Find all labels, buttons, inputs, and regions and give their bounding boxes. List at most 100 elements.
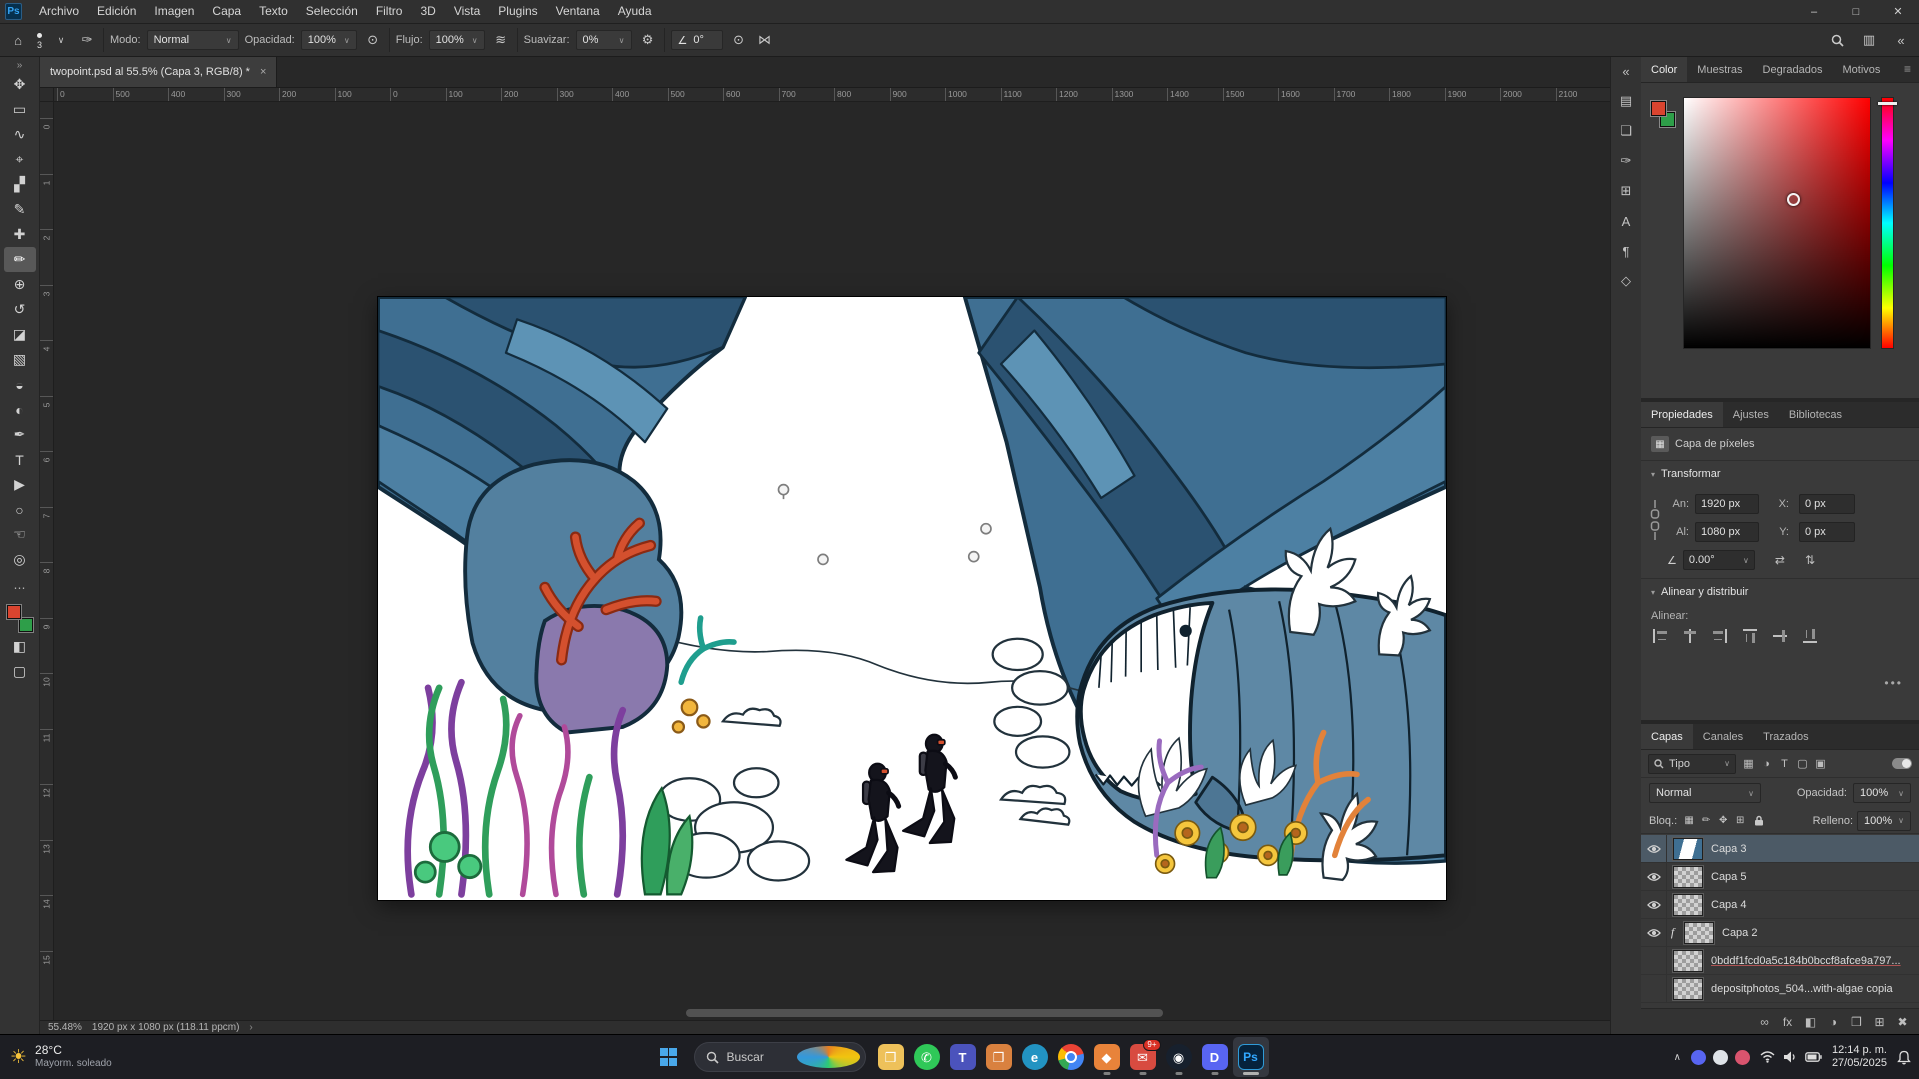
align-section-header[interactable]: ▾ Alinear y distribuir xyxy=(1651,586,1748,598)
whatsapp-icon[interactable]: ✆ xyxy=(909,1037,945,1077)
chevron-down-icon[interactable]: ∨ xyxy=(51,29,71,51)
align-left-icon[interactable] xyxy=(1651,628,1669,644)
link-layers-icon[interactable]: ∞ xyxy=(1758,1015,1771,1029)
hue-slider-handle[interactable] xyxy=(1878,102,1897,105)
menu-item[interactable]: Edición xyxy=(88,0,145,23)
pen-tool[interactable]: ✒ xyxy=(4,422,36,447)
hue-slider[interactable] xyxy=(1881,97,1894,349)
filter-shape-layers-icon[interactable]: ▢ xyxy=(1794,755,1811,773)
status-chevron-icon[interactable]: › xyxy=(249,1022,252,1033)
lock-position-icon[interactable]: ✥ xyxy=(1716,813,1730,829)
search-icon[interactable] xyxy=(1827,29,1847,51)
align-horizontal-centers-icon[interactable] xyxy=(1681,628,1699,644)
layer-name[interactable]: Capa 3 xyxy=(1711,843,1915,855)
photoshop-icon[interactable]: Ps xyxy=(1233,1037,1269,1077)
menu-item[interactable]: Imagen xyxy=(145,0,203,23)
color-swatches[interactable] xyxy=(7,605,33,632)
horizontal-ruler[interactable]: 0500400300200100010020030040050060070080… xyxy=(54,88,1610,102)
edge-icon[interactable]: e xyxy=(1017,1037,1053,1077)
clone-source-panel-icon[interactable]: ⊞ xyxy=(1614,181,1638,201)
chrome-icon[interactable] xyxy=(1053,1037,1089,1077)
align-right-icon[interactable] xyxy=(1711,628,1729,644)
weather-widget[interactable]: ☀ 28°C Mayorm. soleado xyxy=(10,1035,112,1079)
lock-transparency-icon[interactable]: ▦ xyxy=(1682,813,1696,829)
new-group-icon[interactable]: ❒ xyxy=(1850,1015,1863,1029)
marquee-tool[interactable]: ▭ xyxy=(4,97,36,122)
blend-mode-select[interactable]: Normal ∨ xyxy=(147,30,239,50)
filter-smart-objects-icon[interactable]: ▣ xyxy=(1812,755,1829,773)
tab-motivos[interactable]: Motivos xyxy=(1832,57,1890,82)
type-tool[interactable]: T xyxy=(4,447,36,472)
tab-propiedades[interactable]: Propiedades xyxy=(1641,402,1723,427)
edit-toolbar-icon[interactable]: ⋯ xyxy=(4,575,36,600)
screen-mode-icon[interactable]: ▢ xyxy=(4,659,36,684)
menu-item[interactable]: Selección xyxy=(297,0,367,23)
new-layer-icon[interactable]: ⊞ xyxy=(1873,1015,1886,1029)
clone-stamp-tool[interactable]: ⊕ xyxy=(4,272,36,297)
brush-preset-picker[interactable]: 3 xyxy=(34,31,45,50)
blur-tool[interactable]: ◒ xyxy=(4,372,36,397)
expand-tools-icon[interactable]: » xyxy=(17,59,23,72)
document-tab[interactable]: twopoint.psd al 55.5% (Capa 3, RGB/8) * … xyxy=(40,57,277,87)
notifications-bell-icon[interactable] xyxy=(1897,1050,1911,1065)
horizontal-scrollbar[interactable] xyxy=(686,1009,1163,1017)
visibility-toggle[interactable] xyxy=(1641,975,1667,1002)
layer-thumbnail[interactable] xyxy=(1684,922,1714,944)
delete-layer-icon[interactable]: ✖ xyxy=(1896,1015,1909,1029)
filter-type-layers-icon[interactable]: T xyxy=(1776,755,1793,773)
brush-settings-toggle-icon[interactable]: ✑ xyxy=(77,29,97,51)
dodge-tool[interactable]: ◐ xyxy=(4,397,36,422)
layer-thumbnail[interactable] xyxy=(1673,950,1703,972)
layer-filter-toggle[interactable] xyxy=(1892,758,1912,769)
layer-name[interactable]: Capa 5 xyxy=(1711,871,1915,883)
filter-pixel-layers-icon[interactable]: ▦ xyxy=(1740,755,1757,773)
minimize-icon[interactable]: – xyxy=(1793,0,1835,24)
tab-capas[interactable]: Capas xyxy=(1641,724,1693,749)
zoom-tool[interactable]: ◎ xyxy=(4,547,36,572)
tab-canales[interactable]: Canales xyxy=(1693,724,1753,749)
lock-pixels-icon[interactable]: ✏ xyxy=(1699,813,1713,829)
foreground-color-swatch[interactable] xyxy=(1651,101,1666,116)
layer-name[interactable]: 0bddf1fcd0a5c184b0bccf8afce9a797... xyxy=(1711,955,1915,967)
visibility-toggle[interactable] xyxy=(1641,835,1667,862)
3d-panel-icon[interactable]: ◇ xyxy=(1614,271,1638,291)
layer-thumbnail[interactable] xyxy=(1673,894,1703,916)
y-field[interactable]: 0 px xyxy=(1799,522,1855,542)
add-mask-icon[interactable]: ◧ xyxy=(1804,1015,1817,1029)
menu-item[interactable]: Vista xyxy=(445,0,489,23)
layer-thumbnail[interactable] xyxy=(1673,866,1703,888)
menu-item[interactable]: Ventana xyxy=(547,0,609,23)
panel-menu-icon[interactable]: ≡ xyxy=(1896,62,1919,76)
collapse-options-icon[interactable]: « xyxy=(1891,29,1911,51)
background-color-swatch[interactable] xyxy=(19,618,33,632)
link-dimensions-icon[interactable] xyxy=(1649,498,1661,547)
paragraph-panel-icon[interactable]: ¶ xyxy=(1614,241,1638,261)
zoom-level[interactable]: 55.48% xyxy=(48,1022,82,1033)
discord-icon[interactable]: D xyxy=(1197,1037,1233,1077)
width-field[interactable]: 1920 px xyxy=(1695,494,1759,514)
photos-icon[interactable]: ❒ xyxy=(981,1037,1017,1077)
color-field[interactable] xyxy=(1683,97,1871,349)
character-panel-icon[interactable]: A xyxy=(1614,211,1638,231)
layer-thumbnail[interactable] xyxy=(1673,978,1703,1000)
visibility-toggle[interactable] xyxy=(1641,919,1667,946)
layer-opacity-select[interactable]: 100% ∨ xyxy=(1853,783,1911,803)
tray-date[interactable]: 27/05/2025 xyxy=(1832,1057,1887,1070)
system-icons[interactable] xyxy=(1760,1051,1822,1063)
tab-muestras[interactable]: Muestras xyxy=(1687,57,1752,82)
symmetry-icon[interactable]: ⋈ xyxy=(755,29,775,51)
steam-tray-icon[interactable] xyxy=(1713,1050,1728,1065)
brushes-panel-icon[interactable]: ▤ xyxy=(1614,91,1638,111)
x-field[interactable]: 0 px xyxy=(1799,494,1855,514)
gear-icon[interactable]: ⚙ xyxy=(638,29,658,51)
layer-name[interactable]: Capa 4 xyxy=(1711,899,1915,911)
lock-all-icon[interactable] xyxy=(1752,813,1766,829)
workspace-switcher-icon[interactable]: ▥ xyxy=(1859,29,1879,51)
lock-artboard-icon[interactable]: ⊞ xyxy=(1733,813,1747,829)
layer-style-icon[interactable]: fx xyxy=(1781,1015,1794,1029)
layer-row[interactable]: Capa 4 xyxy=(1641,891,1919,919)
comments-panel-icon[interactable]: ❏ xyxy=(1614,121,1638,141)
align-bottom-icon[interactable] xyxy=(1802,627,1818,645)
gradient-tool[interactable]: ▧ xyxy=(4,347,36,372)
history-brush-tool[interactable]: ↺ xyxy=(4,297,36,322)
